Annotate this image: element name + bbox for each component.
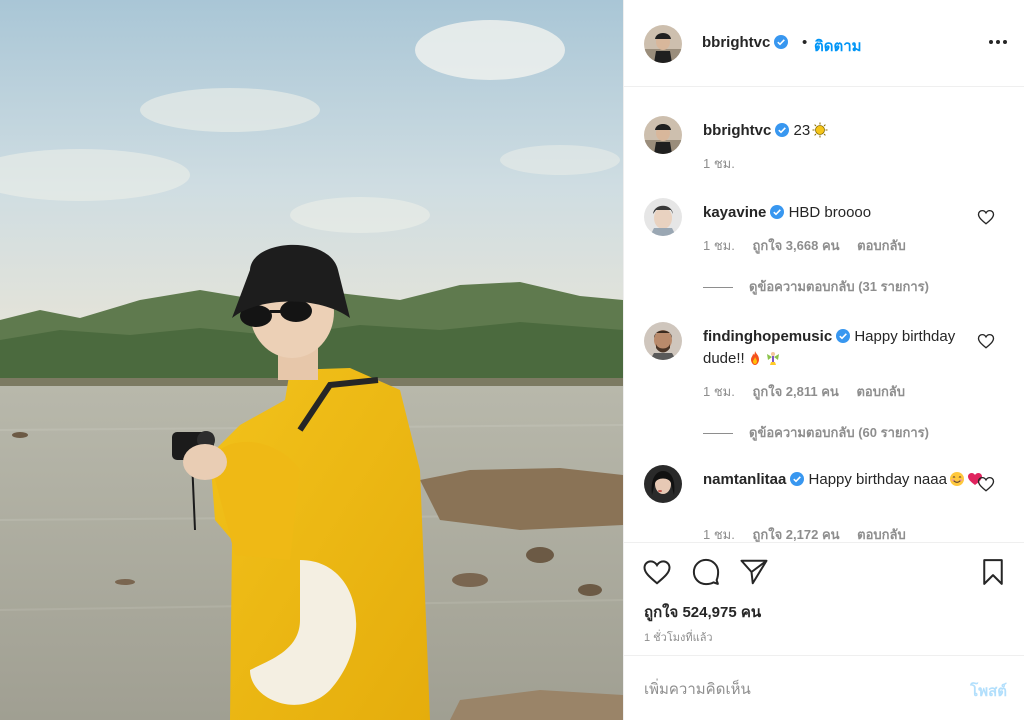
paper-plane-icon[interactable] [739, 557, 769, 587]
reply-button[interactable]: ตอบกลับ [857, 238, 906, 253]
post-actions: ถูกใจ 524,975 คน 1 ชั่วโมงที่แล้ว [624, 542, 1024, 656]
follow-button[interactable]: ติดตาม [814, 34, 862, 58]
reply-button[interactable]: ตอบกลับ [857, 527, 906, 542]
like-heart-icon[interactable] [642, 557, 672, 587]
comments-list[interactable]: bbrightvc 23 1 ชม. kayavine HBD broooo 1… [624, 88, 1024, 542]
comment-bubble-icon[interactable] [691, 557, 721, 587]
verified-badge-icon [836, 329, 851, 343]
comment-text: kayavine HBD broooo [703, 202, 993, 224]
reply-button[interactable]: ตอบกลับ [856, 384, 905, 399]
author-username[interactable]: bbrightvc [702, 34, 789, 51]
post-likes-count[interactable]: ถูกใจ 524,975 คน [644, 600, 761, 624]
comment-like-heart-icon[interactable] [977, 475, 995, 493]
post-side-panel: bbrightvc • ติดตาม bbrightvc 23 1 ชม. ka… [623, 0, 1024, 720]
comment-text: findinghopemusic Happy birthday dude!! [703, 326, 993, 370]
comment-body: Happy birthday naaa [808, 471, 947, 488]
replies-divider [703, 287, 733, 289]
add-comment-bar: โพสต์ [624, 657, 1024, 720]
comment-time: 1 ชม. [703, 384, 735, 399]
author-avatar[interactable] [644, 25, 682, 63]
caption-meta: 1 ชม. [703, 153, 749, 174]
header-separator: • [802, 34, 808, 51]
caption-username[interactable]: bbrightvc [703, 122, 771, 139]
comment-likes[interactable]: ถูกใจ 2,172 คน [752, 527, 839, 542]
caption-time: 1 ชม. [703, 156, 735, 171]
view-replies-button[interactable]: ดูข้อความตอบกลับ (60 รายการ) [703, 422, 929, 443]
comment-username[interactable]: findinghopemusic [703, 328, 832, 345]
sun-emoji-icon [812, 122, 828, 138]
post-photo[interactable] [0, 0, 623, 720]
verified-badge-icon [774, 35, 789, 49]
view-replies-label: ดูข้อความตอบกลับ (60 รายการ) [749, 425, 929, 440]
fairy-emoji-icon [766, 352, 779, 365]
comment-like-heart-icon[interactable] [977, 332, 995, 350]
comment-body: HBD broooo [788, 204, 872, 221]
comment-like-heart-icon[interactable] [977, 208, 995, 226]
comment-meta: 1 ชม. ถูกใจ 2,811 คน ตอบกลับ [703, 381, 919, 402]
post-time-ago[interactable]: 1 ชั่วโมงที่แล้ว [644, 628, 713, 646]
post-header: bbrightvc • ติดตาม [624, 0, 1024, 87]
smiling-face-emoji-icon [949, 472, 964, 486]
bookmark-icon[interactable] [978, 557, 1008, 587]
view-replies-label: ดูข้อความตอบกลับ (31 รายการ) [749, 279, 929, 294]
commenter-avatar[interactable] [644, 198, 682, 236]
caption-body: 23 [793, 122, 811, 139]
commenter-avatar[interactable] [644, 465, 682, 503]
comment-username[interactable]: kayavine [703, 204, 766, 221]
comment-likes[interactable]: ถูกใจ 2,811 คน [752, 384, 838, 399]
commenter-avatar[interactable] [644, 322, 682, 360]
comment-likes[interactable]: ถูกใจ 3,668 คน [752, 238, 839, 253]
post-comment-button[interactable]: โพสต์ [970, 679, 1007, 703]
post-photo-image [0, 0, 623, 720]
comment-time: 1 ชม. [703, 527, 735, 542]
caption-text: bbrightvc 23 [703, 120, 993, 142]
verified-badge-icon [775, 123, 790, 137]
author-avatar[interactable] [644, 116, 682, 154]
comment-meta: 1 ชม. ถูกใจ 2,172 คน ตอบกลับ [703, 524, 920, 542]
more-options-icon[interactable] [986, 30, 1010, 54]
fire-emoji-icon [750, 351, 759, 365]
add-comment-input[interactable] [644, 677, 934, 701]
verified-badge-icon [770, 205, 785, 219]
comment-meta: 1 ชม. ถูกใจ 3,668 คน ตอบกลับ [703, 235, 920, 256]
view-replies-button[interactable]: ดูข้อความตอบกลับ (31 รายการ) [703, 276, 929, 297]
replies-divider [703, 433, 733, 435]
comment-username[interactable]: namtanlitaa [703, 471, 786, 488]
verified-badge-icon [790, 472, 805, 486]
comment-time: 1 ชม. [703, 238, 735, 253]
comment-text: namtanlitaa Happy birthday naaa [703, 469, 993, 491]
